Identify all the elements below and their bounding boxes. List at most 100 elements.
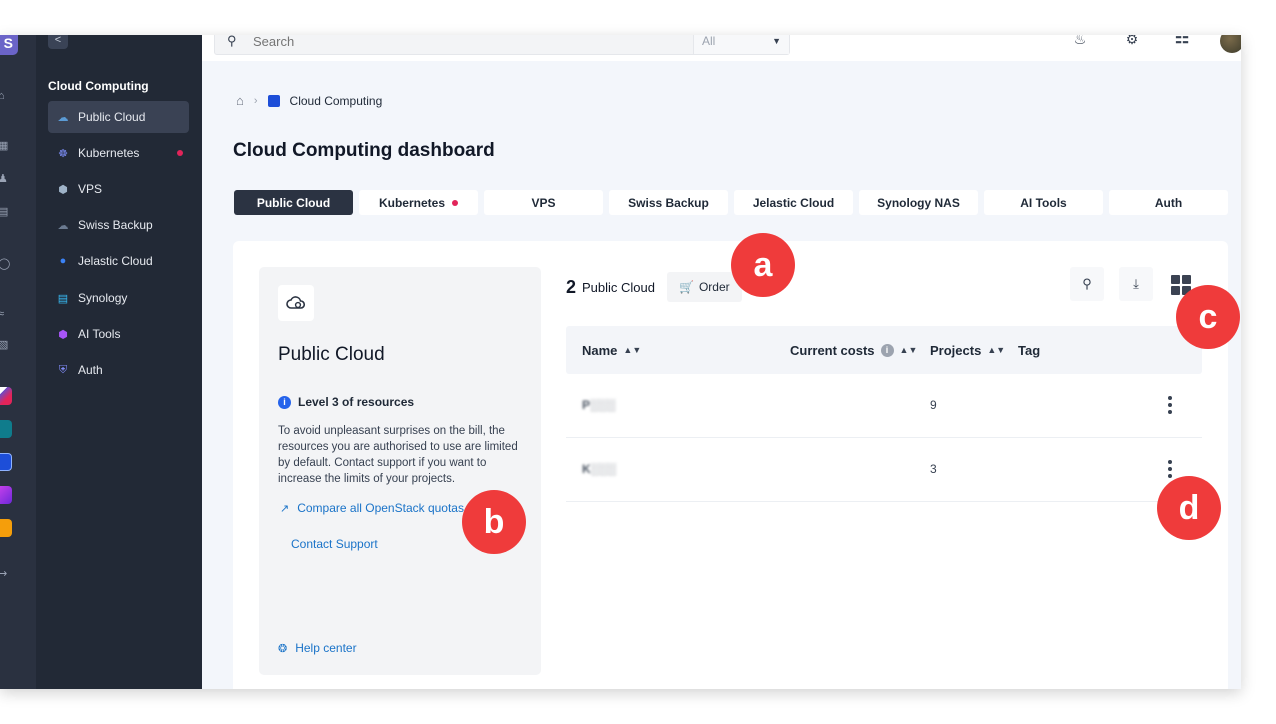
sidebar-item-auth[interactable]: ⛨ Auth [48,354,189,386]
tools-icon[interactable]: ≈ [0,307,12,321]
card-title: Public Cloud [278,344,385,365]
bell-icon[interactable]: ♨ [1070,35,1090,49]
users-icon[interactable]: ♟ [0,172,12,186]
sidebar-item-label: Auth [78,363,103,377]
search-scope-value: All [702,35,716,48]
search-scope-select[interactable]: All ▼ [693,35,789,54]
user-avatar[interactable] [1220,35,1241,53]
search-icon: ⚲ [1082,276,1092,291]
tab-label: Kubernetes [378,195,446,210]
table-header: Name ▲▼ Current costs i ▲▼ Projects ▲▼ Tag [566,326,1202,374]
project-name[interactable]: K░░░ [582,462,616,476]
sidebar-item-ai-tools[interactable]: ⬢ AI Tools [48,318,189,350]
compare-quotas-label: Compare all OpenStack quotas [297,501,464,515]
logout-icon[interactable]: ↦ [0,567,12,581]
search-input[interactable] [253,35,693,49]
ai-tools-icon: ⬢ [58,328,68,341]
tab-swiss-backup[interactable]: Swiss Backup [609,190,728,215]
alert-dot [177,150,183,156]
column-name[interactable]: Name ▲▼ [582,343,641,358]
column-tag: Tag [1018,343,1040,358]
caret-down-icon: ▼ [772,36,781,46]
sidebar-item-synology[interactable]: ▤ Synology [48,282,189,314]
sidebar-section-title: Cloud Computing [48,79,149,93]
breadcrumb-current[interactable]: Cloud Computing [290,94,383,108]
billing-icon[interactable]: ▤ [0,205,12,219]
home-icon[interactable]: ⌂ [236,93,244,108]
sidebar-item-kubernetes[interactable]: ☸ Kubernetes [48,137,189,169]
tab-label: Jelastic Cloud [752,195,835,210]
page-title: Cloud Computing dashboard [233,140,495,161]
app-shortcut-icon[interactable] [0,420,12,438]
download-button[interactable]: ⤓ [1119,267,1153,301]
info-icon: i [278,395,291,409]
dashboard-icon[interactable]: ▦ [0,139,12,153]
tab-synology-nas[interactable]: Synology NAS [859,190,978,215]
sidebar: < Cloud Computing ☁ Public Cloud ☸ Kuber… [36,35,202,689]
jelastic-icon: ● [59,255,67,267]
search-button[interactable]: ⚲ [1070,267,1104,301]
app-shortcut-icon[interactable] [0,387,12,405]
column-current-costs[interactable]: Current costs i ▲▼ [790,343,917,358]
sidebar-item-label: Jelastic Cloud [78,254,153,268]
main-content: ⌂ › Cloud Computing Cloud Computing dash… [202,61,1241,689]
annotation-badge-c: c [1176,285,1240,349]
sort-icon: ▲▼ [987,345,1006,355]
tab-vps[interactable]: VPS [484,190,603,215]
workspace-avatar[interactable]: S [0,35,18,55]
item-count: 2 [566,276,577,297]
documents-icon[interactable]: ▧ [0,338,12,352]
more-options-icon[interactable] [1168,396,1172,414]
apps-grid-icon[interactable]: ☷ [1172,35,1192,49]
tab-public-cloud[interactable]: Public Cloud [234,190,353,215]
card-description: To avoid unpleasant surprises on the bil… [278,425,518,485]
list-header: 2 Public Cloud 🛒 Order [566,272,742,302]
compare-quotas-link[interactable]: ↗ Compare all OpenStack quotas [280,501,464,515]
sidebar-item-label: Public Cloud [78,110,146,124]
sidebar-item-label: AI Tools [78,327,121,341]
resource-level-label: Level 3 of resources [298,395,415,409]
collapse-sidebar-button[interactable]: < [48,35,68,49]
alert-dot [452,199,459,206]
sidebar-item-public-cloud[interactable]: ☁ Public Cloud [48,101,189,133]
annotation-badge-a: a [731,233,795,297]
content-panel: Public Cloud i Level 3 of resources To a… [233,241,1228,689]
tab-ai-tools[interactable]: AI Tools [984,190,1103,215]
info-card: Public Cloud i Level 3 of resources To a… [259,267,541,675]
column-projects[interactable]: Projects ▲▼ [930,343,1005,358]
project-count: 9 [930,398,937,412]
contact-support-link[interactable]: Contact Support [291,537,378,551]
help-center-link[interactable]: ❂ Help center [278,641,357,655]
cloud-computing-app-icon[interactable] [0,453,12,471]
top-bar: ⚲ All ▼ ♨ ⚙ ☷ [202,35,1241,61]
app-shortcut-icon[interactable] [0,486,12,504]
gear-icon[interactable]: ⚙ [1122,35,1142,49]
project-name[interactable]: P░░░ [582,398,616,412]
table-row[interactable]: K░░░ 3 [566,438,1202,502]
vps-icon: ⬢ [58,183,68,196]
app-shortcut-icon[interactable] [0,519,12,537]
tab-label: Swiss Backup [628,195,709,210]
sidebar-item-swiss-backup[interactable]: ☁ Swiss Backup [48,209,189,241]
tab-jelastic-cloud[interactable]: Jelastic Cloud [734,190,853,215]
order-button[interactable]: 🛒 Order [667,272,742,302]
support-icon[interactable]: ◯ [0,257,12,271]
column-label: Current costs [790,342,875,358]
order-label: Order [698,280,730,294]
shield-icon: ⛨ [58,363,68,376]
table-row[interactable]: P░░░ 9 [566,374,1202,438]
contact-support-label: Contact Support [291,537,378,551]
tab-auth[interactable]: Auth [1109,190,1228,215]
sidebar-item-vps[interactable]: ⬢ VPS [48,173,189,205]
home-icon[interactable]: ⌂ [0,89,12,103]
sort-icon: ▲▼ [623,345,642,355]
info-icon[interactable]: i [880,343,894,357]
sidebar-item-label: VPS [78,182,103,196]
sidebar-item-jelastic-cloud[interactable]: ● Jelastic Cloud [48,245,189,277]
more-options-icon[interactable] [1168,460,1172,478]
tab-kubernetes[interactable]: Kubernetes [359,190,478,215]
column-label: Tag [1018,342,1041,358]
annotation-badge-b: b [462,490,526,554]
tab-label: VPS [531,195,556,210]
breadcrumb: ⌂ › Cloud Computing [236,93,382,108]
